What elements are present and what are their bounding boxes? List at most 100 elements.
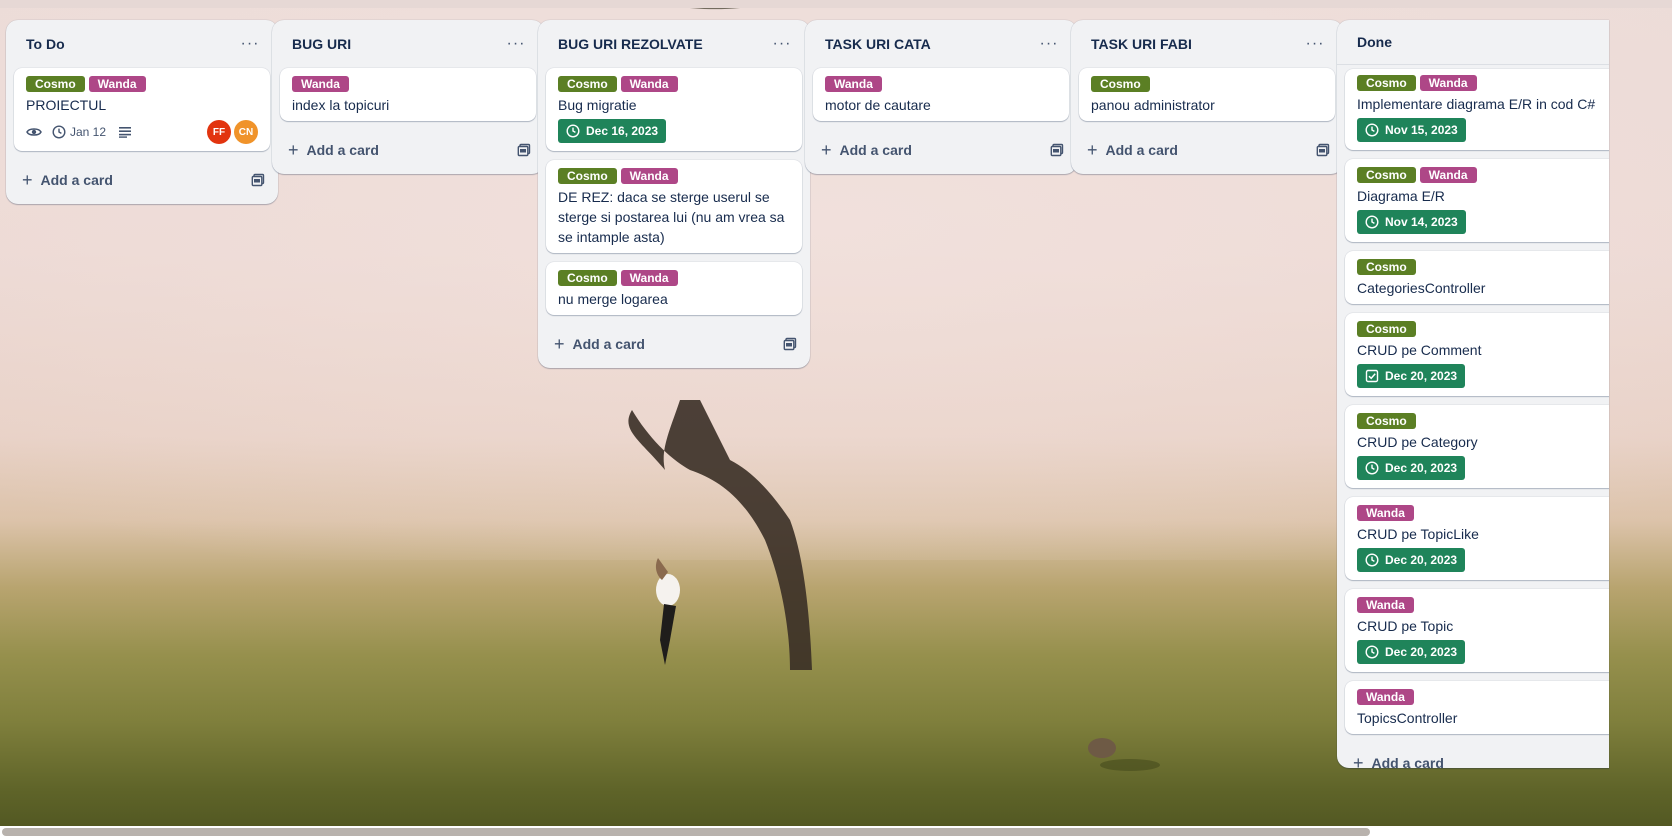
plus-icon: +	[1087, 140, 1098, 160]
list-done: Done Cosmo Wanda Implementare diagrama E…	[1337, 20, 1609, 768]
list-header: BUG URI REZOLVATE ···	[538, 20, 810, 68]
clock-icon	[1365, 123, 1379, 137]
card-labels: Cosmo Wanda	[558, 270, 790, 286]
due-date-badge[interactable]: Dec 20, 2023	[1357, 548, 1466, 572]
card[interactable]: Wanda CRUD pe Topic Dec 20, 2023	[1345, 589, 1609, 672]
card[interactable]: Cosmo CRUD pe Category Dec 20, 2023	[1345, 405, 1609, 488]
list-title[interactable]: BUG URI	[292, 36, 502, 52]
list-bug-uri: BUG URI ··· Wanda index la topicuri + Ad…	[272, 20, 544, 174]
due-date-badge[interactable]: Dec 20, 2023	[1357, 640, 1466, 664]
list-header: TASK URI FABI ···	[1071, 20, 1343, 68]
card[interactable]: Cosmo Wanda DE REZ: daca se sterge useru…	[546, 160, 802, 253]
card[interactable]: Cosmo Wanda Bug migratie Dec 16, 2023	[546, 68, 802, 151]
card[interactable]: Wanda motor de cautare	[813, 68, 1069, 121]
label-cosmo[interactable]: Cosmo	[1357, 321, 1416, 337]
card[interactable]: Wanda TopicsController	[1345, 681, 1609, 734]
card-template-icon[interactable]	[1315, 142, 1331, 158]
label-wanda[interactable]: Wanda	[1419, 167, 1477, 183]
label-wanda[interactable]: Wanda	[1357, 689, 1414, 705]
plus-icon: +	[22, 170, 33, 190]
label-cosmo[interactable]: Cosmo	[558, 270, 617, 286]
add-card-label: Add a card	[572, 336, 645, 352]
label-wanda[interactable]: Wanda	[1357, 597, 1414, 613]
label-cosmo[interactable]: Cosmo	[1357, 259, 1416, 275]
card-title: CRUD pe Topic	[1357, 618, 1454, 634]
list-menu-button[interactable]: ···	[768, 30, 796, 58]
card[interactable]: Cosmo Wanda PROIECTUL Jan 12 FF CN	[14, 68, 270, 151]
card-title: CRUD pe Comment	[1357, 342, 1482, 358]
label-cosmo[interactable]: Cosmo	[26, 76, 85, 92]
card-labels: Wanda	[1357, 689, 1609, 705]
list-title[interactable]: TASK URI CATA	[825, 36, 1035, 52]
due-date-badge[interactable]: Nov 14, 2023	[1357, 210, 1466, 234]
card-labels: Wanda	[292, 76, 524, 92]
list-menu-button[interactable]: ···	[1301, 30, 1329, 58]
card-template-icon[interactable]	[1049, 142, 1065, 158]
due-date-text: Nov 14, 2023	[1385, 215, 1458, 229]
clock-icon	[1365, 553, 1379, 567]
due-date-text: Dec 16, 2023	[586, 124, 659, 138]
card[interactable]: Cosmo Wanda Implementare diagrama E/R in…	[1345, 69, 1609, 150]
avatar[interactable]: CN	[234, 120, 258, 144]
card-title: PROIECTUL	[26, 97, 107, 113]
card-title: CRUD pe TopicLike	[1357, 526, 1479, 542]
due-date-badge[interactable]: Nov 15, 2023	[1357, 118, 1466, 142]
top-strip	[0, 0, 1672, 8]
card[interactable]: Cosmo CRUD pe Comment Dec 20, 2023	[1345, 313, 1609, 396]
card-labels: Cosmo Wanda	[558, 168, 790, 184]
add-card-button[interactable]: + Add a card	[538, 324, 810, 364]
label-wanda[interactable]: Wanda	[620, 76, 678, 92]
plus-icon: +	[288, 140, 299, 160]
label-wanda[interactable]: Wanda	[825, 76, 882, 92]
card-labels: Wanda	[1357, 505, 1609, 521]
card[interactable]: Wanda CRUD pe TopicLike Dec 20, 2023	[1345, 497, 1609, 580]
due-date-badge[interactable]: Dec 20, 2023	[1357, 456, 1466, 480]
card[interactable]: Cosmo panou administrator	[1079, 68, 1335, 121]
due-date-text: Dec 20, 2023	[1385, 369, 1458, 383]
card[interactable]: Wanda index la topicuri	[280, 68, 536, 121]
clock-icon	[1365, 215, 1379, 229]
card[interactable]: Cosmo CategoriesController	[1345, 251, 1609, 304]
label-wanda[interactable]: Wanda	[620, 270, 678, 286]
due-date-badge[interactable]: Dec 20, 2023	[1357, 364, 1466, 388]
label-cosmo[interactable]: Cosmo	[1357, 167, 1416, 183]
list-title[interactable]: To Do	[26, 36, 236, 52]
card[interactable]: Cosmo Wanda Diagrama E/R Nov 14, 2023	[1345, 159, 1609, 242]
label-wanda[interactable]: Wanda	[1419, 75, 1477, 91]
add-card-button[interactable]: + Add a card	[6, 160, 278, 200]
board-background: To Do ··· Cosmo Wanda PROIECTUL Jan 12 F…	[0, 0, 1672, 840]
due-date-badge[interactable]: Jan 12	[52, 125, 106, 139]
label-cosmo[interactable]: Cosmo	[1091, 76, 1150, 92]
label-cosmo[interactable]: Cosmo	[558, 168, 617, 184]
label-cosmo[interactable]: Cosmo	[1357, 413, 1416, 429]
add-card-button[interactable]: + Add a card	[1337, 743, 1609, 768]
label-wanda[interactable]: Wanda	[88, 76, 146, 92]
list-header: To Do ···	[6, 20, 278, 68]
list-menu-button[interactable]: ···	[236, 30, 264, 58]
card-template-icon[interactable]	[250, 172, 266, 188]
label-wanda[interactable]: Wanda	[620, 168, 678, 184]
add-card-button[interactable]: + Add a card	[272, 130, 544, 170]
card[interactable]: Cosmo Wanda nu merge logarea	[546, 262, 802, 315]
list-task-uri-fabi: TASK URI FABI ··· Cosmo panou administra…	[1071, 20, 1343, 174]
horizontal-scrollbar-thumb[interactable]	[2, 828, 1370, 836]
add-card-button[interactable]: + Add a card	[805, 130, 1077, 170]
list-header: Done	[1337, 20, 1609, 64]
list-menu-button[interactable]: ···	[502, 30, 530, 58]
list-title[interactable]: TASK URI FABI	[1091, 36, 1301, 52]
card-template-icon[interactable]	[516, 142, 532, 158]
label-wanda[interactable]: Wanda	[1357, 505, 1414, 521]
label-cosmo[interactable]: Cosmo	[1357, 75, 1416, 91]
label-wanda[interactable]: Wanda	[292, 76, 349, 92]
list-menu-button[interactable]: ···	[1035, 30, 1063, 58]
due-date-badge[interactable]: Dec 16, 2023	[558, 119, 667, 143]
card-template-icon[interactable]	[782, 336, 798, 352]
due-date-text: Dec 20, 2023	[1385, 461, 1458, 475]
list-title[interactable]: Done	[1357, 34, 1595, 50]
card-labels: Cosmo	[1091, 76, 1323, 92]
avatar[interactable]: FF	[207, 120, 231, 144]
add-card-label: Add a card	[1371, 755, 1444, 768]
list-title[interactable]: BUG URI REZOLVATE	[558, 36, 768, 52]
add-card-button[interactable]: + Add a card	[1071, 130, 1343, 170]
label-cosmo[interactable]: Cosmo	[558, 76, 617, 92]
